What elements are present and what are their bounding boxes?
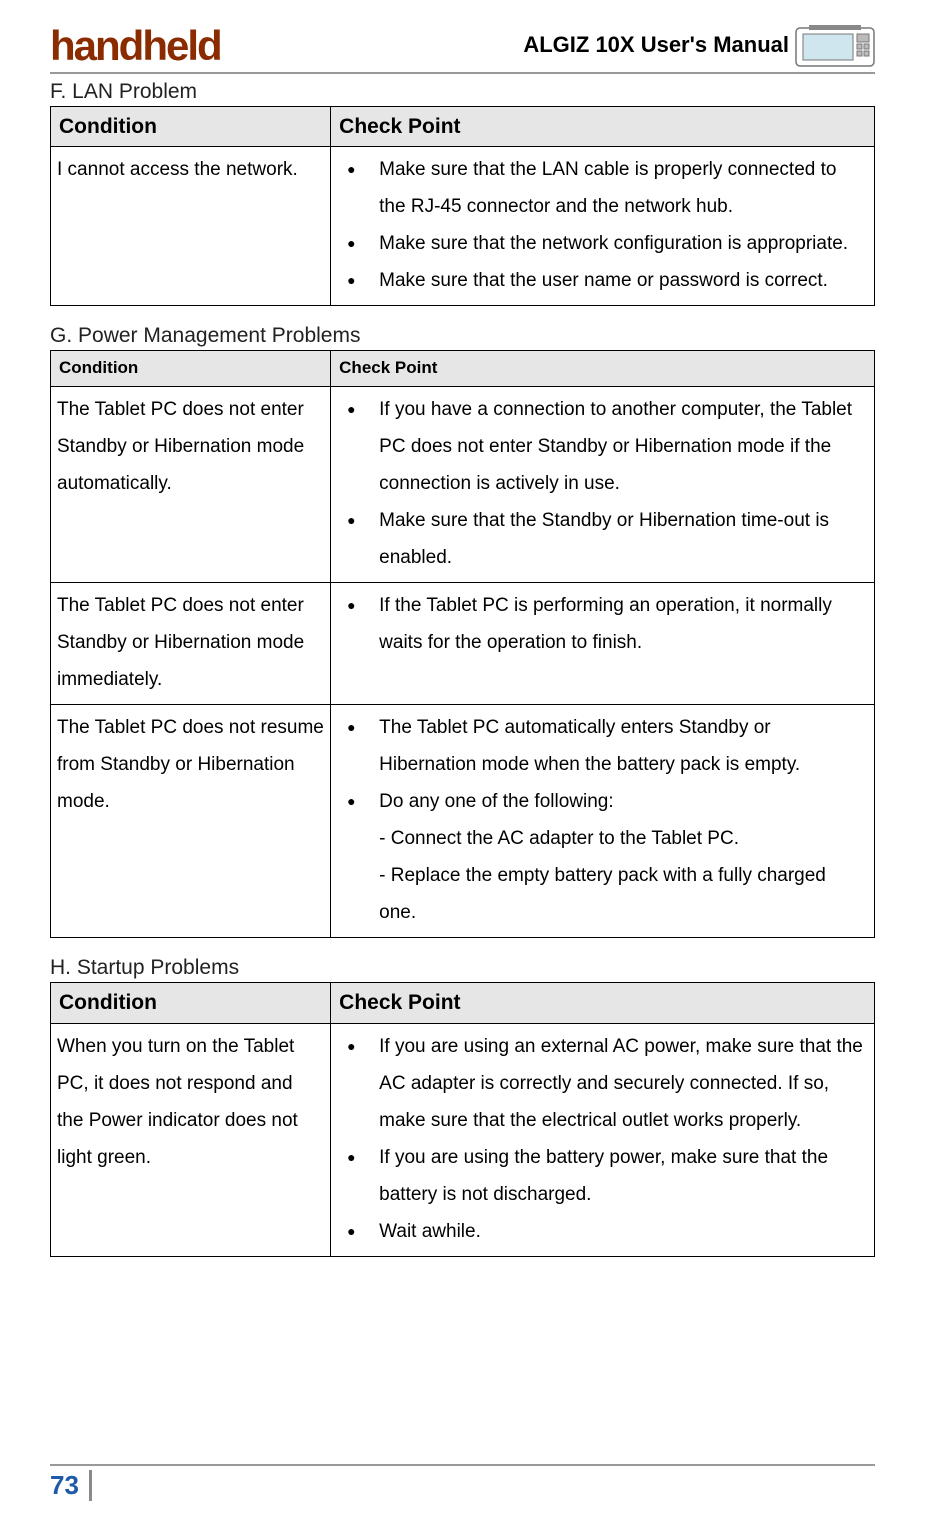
checkpoint-list: Make sure that the LAN cable is properly… — [337, 151, 868, 299]
section-heading: H. Startup Problems — [50, 956, 875, 980]
section-heading: G. Power Management Problems — [50, 324, 875, 348]
checkpoint-cell: If the Tablet PC is performing an operat… — [331, 582, 875, 704]
column-header-condition: Condition — [51, 351, 331, 386]
list-sub-item: - Replace the empty battery pack with a … — [379, 857, 868, 931]
list-item: If you have a connection to another comp… — [337, 391, 868, 502]
list-item: Make sure that the Standby or Hibernatio… — [337, 502, 868, 576]
table-row: The Tablet PC does not enter Standby or … — [51, 386, 875, 582]
troubleshooting-table: ConditionCheck PointI cannot access the … — [50, 106, 875, 306]
list-sub-item: - Connect the AC adapter to the Tablet P… — [379, 820, 868, 857]
page-header: handheld ALGIZ 10X User's Manual — [50, 22, 875, 74]
brand-logo: handheld — [50, 22, 221, 70]
manual-title: ALGIZ 10X User's Manual — [523, 32, 789, 58]
checkpoint-cell: If you are using an external AC power, m… — [331, 1023, 875, 1256]
condition-cell: The Tablet PC does not resume from Stand… — [51, 704, 331, 937]
list-item: Make sure that the user name or password… — [337, 262, 868, 299]
list-item: If the Tablet PC is performing an operat… — [337, 587, 868, 661]
table-row: When you turn on the Tablet PC, it does … — [51, 1023, 875, 1256]
section-heading: F. LAN Problem — [50, 80, 875, 104]
content-area: F. LAN ProblemConditionCheck PointI cann… — [50, 80, 875, 1257]
list-item: Make sure that the network configuration… — [337, 225, 868, 262]
column-header-checkpoint: Check Point — [331, 983, 875, 1023]
table-row: The Tablet PC does not enter Standby or … — [51, 582, 875, 704]
list-item: Make sure that the LAN cable is properly… — [337, 151, 868, 225]
checkpoint-list: If you are using an external AC power, m… — [337, 1028, 868, 1250]
condition-cell: The Tablet PC does not enter Standby or … — [51, 386, 331, 582]
troubleshooting-table: ConditionCheck PointWhen you turn on the… — [50, 982, 875, 1257]
checkpoint-cell: The Tablet PC automatically enters Stand… — [331, 704, 875, 937]
document-page: handheld ALGIZ 10X User's Manual F. LAN … — [0, 0, 925, 1257]
list-item: Do any one of the following:- Connect th… — [337, 783, 868, 931]
checkpoint-list: The Tablet PC automatically enters Stand… — [337, 709, 868, 931]
column-header-checkpoint: Check Point — [331, 107, 875, 147]
page-footer: 73 — [50, 1464, 875, 1501]
device-icon — [795, 22, 875, 68]
condition-cell: I cannot access the network. — [51, 147, 331, 306]
page-number: 73 — [50, 1470, 92, 1501]
list-item: Wait awhile. — [337, 1213, 868, 1250]
checkpoint-list: If you have a connection to another comp… — [337, 391, 868, 576]
column-header-condition: Condition — [51, 983, 331, 1023]
table-row: The Tablet PC does not resume from Stand… — [51, 704, 875, 937]
condition-cell: The Tablet PC does not enter Standby or … — [51, 582, 331, 704]
troubleshooting-table: ConditionCheck PointThe Tablet PC does n… — [50, 350, 875, 938]
column-header-condition: Condition — [51, 107, 331, 147]
checkpoint-list: If the Tablet PC is performing an operat… — [337, 587, 868, 661]
condition-cell: When you turn on the Tablet PC, it does … — [51, 1023, 331, 1256]
list-item: If you are using an external AC power, m… — [337, 1028, 868, 1139]
list-item: The Tablet PC automatically enters Stand… — [337, 709, 868, 783]
header-right: ALGIZ 10X User's Manual — [523, 22, 875, 68]
checkpoint-cell: If you have a connection to another comp… — [331, 386, 875, 582]
list-item: If you are using the battery power, make… — [337, 1139, 868, 1213]
checkpoint-cell: Make sure that the LAN cable is properly… — [331, 147, 875, 306]
column-header-checkpoint: Check Point — [331, 351, 875, 386]
table-row: I cannot access the network.Make sure th… — [51, 147, 875, 306]
